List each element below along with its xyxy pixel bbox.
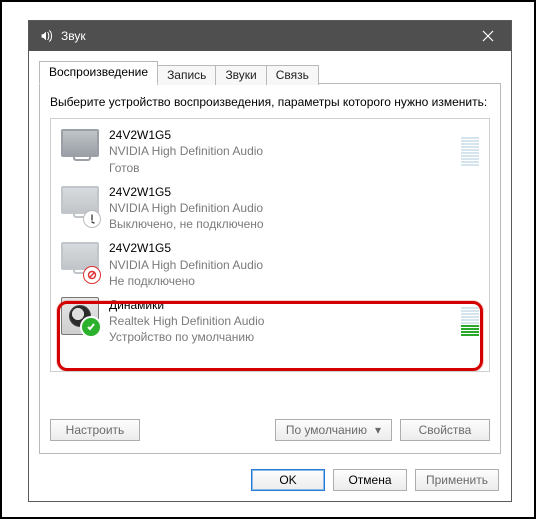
device-name: 24V2W1G5 xyxy=(109,127,461,143)
sound-icon xyxy=(39,29,53,43)
monitor-icon xyxy=(61,240,97,276)
monitor-icon xyxy=(61,184,97,220)
chevron-down-icon: ▾ xyxy=(375,423,381,437)
tab-playback[interactable]: Воспроизведение xyxy=(39,61,158,84)
device-item[interactable]: 24V2W1G5 NVIDIA High Definition Audio Го… xyxy=(51,119,489,182)
apply-button[interactable]: Применить xyxy=(415,469,499,491)
device-status: Выключено, не подключено xyxy=(109,216,479,232)
tab-sounds[interactable]: Звуки xyxy=(215,65,266,85)
tabstrip: Воспроизведение Запись Звуки Связь xyxy=(39,59,501,84)
device-item[interactable]: 24V2W1G5 NVIDIA High Definition Audio Вы… xyxy=(51,182,489,239)
client-area: Воспроизведение Запись Звуки Связь Выбер… xyxy=(29,51,511,464)
speaker-icon xyxy=(61,297,97,333)
device-text: 24V2W1G5 NVIDIA High Definition Audio Вы… xyxy=(109,184,479,233)
device-item[interactable]: 24V2W1G5 NVIDIA High Definition Audio Не… xyxy=(51,238,489,295)
device-item-speakers[interactable]: Динамики Realtek High Definition Audio У… xyxy=(51,295,489,352)
properties-button[interactable]: Свойства xyxy=(400,419,490,441)
device-driver: Realtek High Definition Audio xyxy=(109,313,461,329)
set-default-label: По умолчанию xyxy=(286,423,367,437)
sound-dialog: Звук Воспроизведение Запись Звуки Связь … xyxy=(28,20,512,502)
titlebar[interactable]: Звук xyxy=(29,21,511,51)
device-text: 24V2W1G5 NVIDIA High Definition Audio Не… xyxy=(109,240,479,289)
window-title: Звук xyxy=(61,29,471,43)
device-name: 24V2W1G5 xyxy=(109,240,479,256)
cancel-button[interactable]: Отмена xyxy=(333,469,407,491)
device-list[interactable]: 24V2W1G5 NVIDIA High Definition Audio Го… xyxy=(50,118,490,372)
disabled-badge-icon xyxy=(83,210,101,228)
instruction-text: Выберите устройство воспроизведения, пар… xyxy=(50,94,490,110)
device-status: Не подключено xyxy=(109,273,479,289)
tab-comm[interactable]: Связь xyxy=(266,65,319,85)
unplugged-badge-icon xyxy=(83,266,101,284)
device-name: 24V2W1G5 xyxy=(109,184,479,200)
tab-panel-playback: Выберите устройство воспроизведения, пар… xyxy=(39,84,501,454)
device-driver: NVIDIA High Definition Audio xyxy=(109,143,461,159)
tab-recording[interactable]: Запись xyxy=(157,65,216,85)
close-button[interactable] xyxy=(471,21,505,51)
monitor-icon xyxy=(61,127,97,163)
ok-button[interactable]: OK xyxy=(251,469,325,491)
dialog-button-row: OK Отмена Применить xyxy=(251,469,499,491)
screenshot-frame: Звук Воспроизведение Запись Звуки Связь … xyxy=(0,0,536,519)
device-text: 24V2W1G5 NVIDIA High Definition Audio Го… xyxy=(109,127,461,176)
set-default-button[interactable]: По умолчанию ▾ xyxy=(275,419,392,441)
configure-button[interactable]: Настроить xyxy=(50,419,140,441)
level-meter xyxy=(461,307,479,336)
device-name: Динамики xyxy=(109,297,461,313)
panel-button-row: Настроить По умолчанию ▾ Свойства xyxy=(50,419,490,441)
close-icon xyxy=(482,30,494,42)
device-driver: NVIDIA High Definition Audio xyxy=(109,257,479,273)
level-meter xyxy=(461,137,479,166)
device-text: Динамики Realtek High Definition Audio У… xyxy=(109,297,461,346)
device-driver: NVIDIA High Definition Audio xyxy=(109,200,479,216)
default-check-icon xyxy=(80,316,102,338)
device-status: Готов xyxy=(109,160,461,176)
device-status: Устройство по умолчанию xyxy=(109,329,461,345)
